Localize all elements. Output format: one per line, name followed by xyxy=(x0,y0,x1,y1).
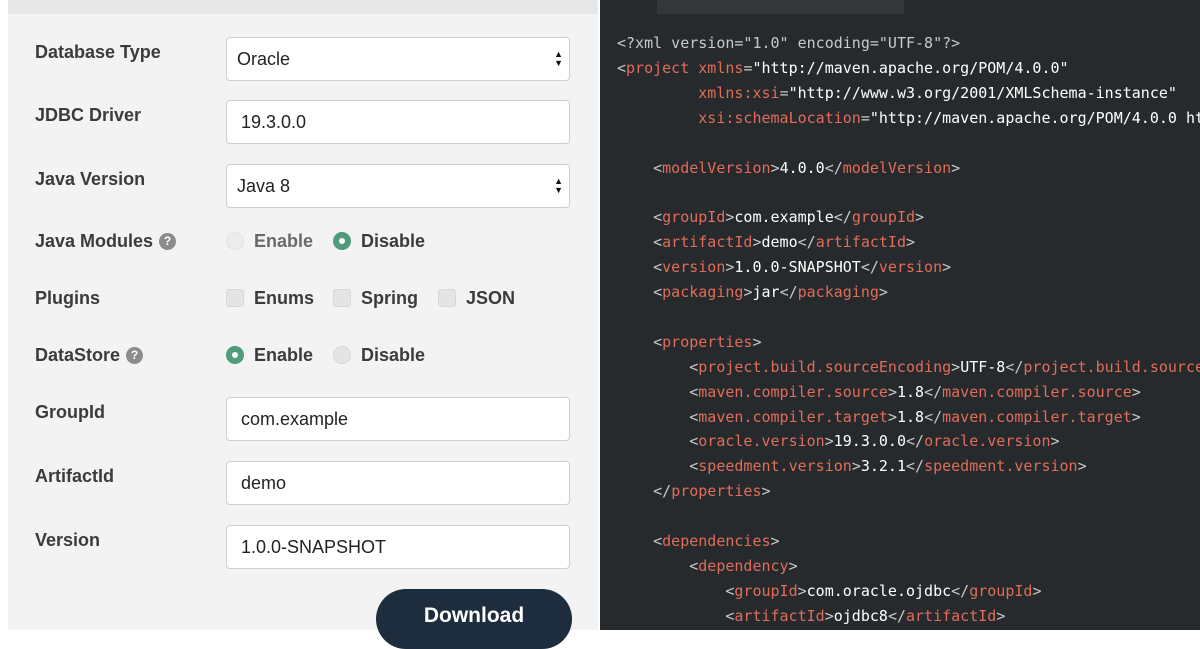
datastore-label: DataStore ? xyxy=(35,341,144,369)
code-line: <properties> xyxy=(653,332,762,351)
version-label: Version xyxy=(35,526,100,554)
java-modules-label: Java Modules ? xyxy=(35,227,177,255)
radio-icon[interactable] xyxy=(333,346,351,364)
version-input[interactable]: 1.0.0-SNAPSHOT xyxy=(226,525,570,569)
plugin-enums-label: Enums xyxy=(254,287,315,308)
java-modules-label-text: Java Modules xyxy=(35,230,154,251)
jdbc-driver-input[interactable]: 19.3.0.0 xyxy=(226,100,570,144)
jdbc-driver-label: JDBC Driver xyxy=(35,101,141,129)
version-label-text: Version xyxy=(35,529,101,550)
plugin-json-label: JSON xyxy=(466,287,516,308)
download-button[interactable]: Download xyxy=(376,589,572,649)
code-line: </properties> xyxy=(653,482,771,501)
java-version-label: Java Version xyxy=(35,165,145,193)
code-line: <groupId>com.oracle.ojdbc</groupId> xyxy=(725,581,1042,600)
code-line: <oracle.version>19.3.0.0</oracle.version… xyxy=(689,432,1060,451)
database-type-value: Oracle xyxy=(237,48,291,69)
checkbox-icon[interactable] xyxy=(438,289,456,307)
radio-checked-icon[interactable] xyxy=(226,346,244,364)
code-line: xsi:schemaLocation="http://maven.apache.… xyxy=(698,108,1200,127)
java-modules-disable-label: Disable xyxy=(361,230,426,251)
checkbox-icon[interactable] xyxy=(333,289,351,307)
artifact-id-label-text: ArtifactId xyxy=(35,465,115,486)
group-id-input[interactable]: com.example xyxy=(226,397,570,441)
artifact-id-label: ArtifactId xyxy=(35,462,114,490)
code-line: <speedment.version>3.2.1</speedment.vers… xyxy=(689,457,1087,476)
checkbox-icon[interactable] xyxy=(226,289,244,307)
java-version-value: Java 8 xyxy=(237,175,291,196)
database-type-label-text: Database Type xyxy=(35,41,161,62)
database-type-select[interactable]: Oracle ▲ ▼ xyxy=(226,37,570,81)
java-modules-disable-option[interactable]: Disable xyxy=(333,227,425,255)
code-line: <project xmlns="http://maven.apache.org/… xyxy=(617,58,1069,77)
code-line: <artifactId>ojdbc8</artifactId> xyxy=(725,606,1006,625)
select-arrows-icon: ▲ ▼ xyxy=(554,49,563,68)
plugins-label-text: Plugins xyxy=(35,287,101,308)
java-modules-enable-label: Enable xyxy=(254,230,314,251)
download-button-label: Download xyxy=(423,604,525,627)
code-line: <artifactId>demo</artifactId> xyxy=(653,233,916,252)
datastore-enable-label: Enable xyxy=(254,344,314,365)
code-line: <maven.compiler.source>1.8</maven.compil… xyxy=(689,382,1141,401)
jdbc-driver-label-text: JDBC Driver xyxy=(35,104,142,125)
artifact-id-input[interactable]: demo xyxy=(226,461,570,505)
datastore-disable-option[interactable]: Disable xyxy=(333,341,425,369)
group-id-label: GroupId xyxy=(35,398,105,426)
datastore-enable-option[interactable]: Enable xyxy=(226,341,313,369)
code-panel-tab xyxy=(657,0,904,14)
plugin-spring-label: Spring xyxy=(361,287,418,308)
code-line: <groupId>com.example</groupId> xyxy=(653,208,925,227)
code-line: <?xml version="1.0" encoding="UTF-8"?> xyxy=(617,34,961,52)
java-version-select[interactable]: Java 8 ▲ ▼ xyxy=(226,164,570,208)
java-modules-enable-option[interactable]: Enable xyxy=(226,227,313,255)
jdbc-driver-value: 19.3.0.0 xyxy=(241,111,307,132)
help-icon[interactable]: ? xyxy=(159,232,177,250)
help-icon[interactable]: ? xyxy=(126,346,144,364)
plugin-enums-option[interactable]: Enums xyxy=(226,284,314,312)
database-type-label: Database Type xyxy=(35,38,161,66)
code-line: <packaging>jar</packaging> xyxy=(653,283,888,301)
version-value: 1.0.0-SNAPSHOT xyxy=(241,536,387,557)
code-line: <project.build.sourceEncoding>UTF-8</pro… xyxy=(689,357,1200,376)
plugin-json-option[interactable]: JSON xyxy=(438,284,515,312)
code-line: xmlns:xsi="http://www.w3.org/2001/XMLSch… xyxy=(698,83,1177,102)
radio-icon[interactable] xyxy=(226,232,244,250)
group-id-value: com.example xyxy=(241,408,349,429)
code-line: <version>1.0.0-SNAPSHOT</version> xyxy=(653,258,952,277)
code-line: <dependencies> xyxy=(653,532,780,550)
radio-checked-icon[interactable] xyxy=(333,232,351,250)
form-panel-top-strip xyxy=(8,0,598,14)
code-line: <maven.compiler.target>1.8</maven.compil… xyxy=(689,407,1141,426)
artifact-id-value: demo xyxy=(241,472,287,493)
select-arrows-icon: ▲ ▼ xyxy=(554,176,563,195)
code-line: <modelVersion>4.0.0</modelVersion> xyxy=(653,158,961,177)
pom-xml-code-preview[interactable]: <?xml version="1.0" encoding="UTF-8"?> <p… xyxy=(600,0,1200,630)
java-version-label-text: Java Version xyxy=(35,168,146,189)
plugin-spring-option[interactable]: Spring xyxy=(333,284,418,312)
code-line: <dependency> xyxy=(689,556,798,575)
group-id-label-text: GroupId xyxy=(35,401,105,422)
datastore-label-text: DataStore xyxy=(35,344,121,365)
plugins-label: Plugins xyxy=(35,284,100,312)
datastore-disable-label: Disable xyxy=(361,344,426,365)
